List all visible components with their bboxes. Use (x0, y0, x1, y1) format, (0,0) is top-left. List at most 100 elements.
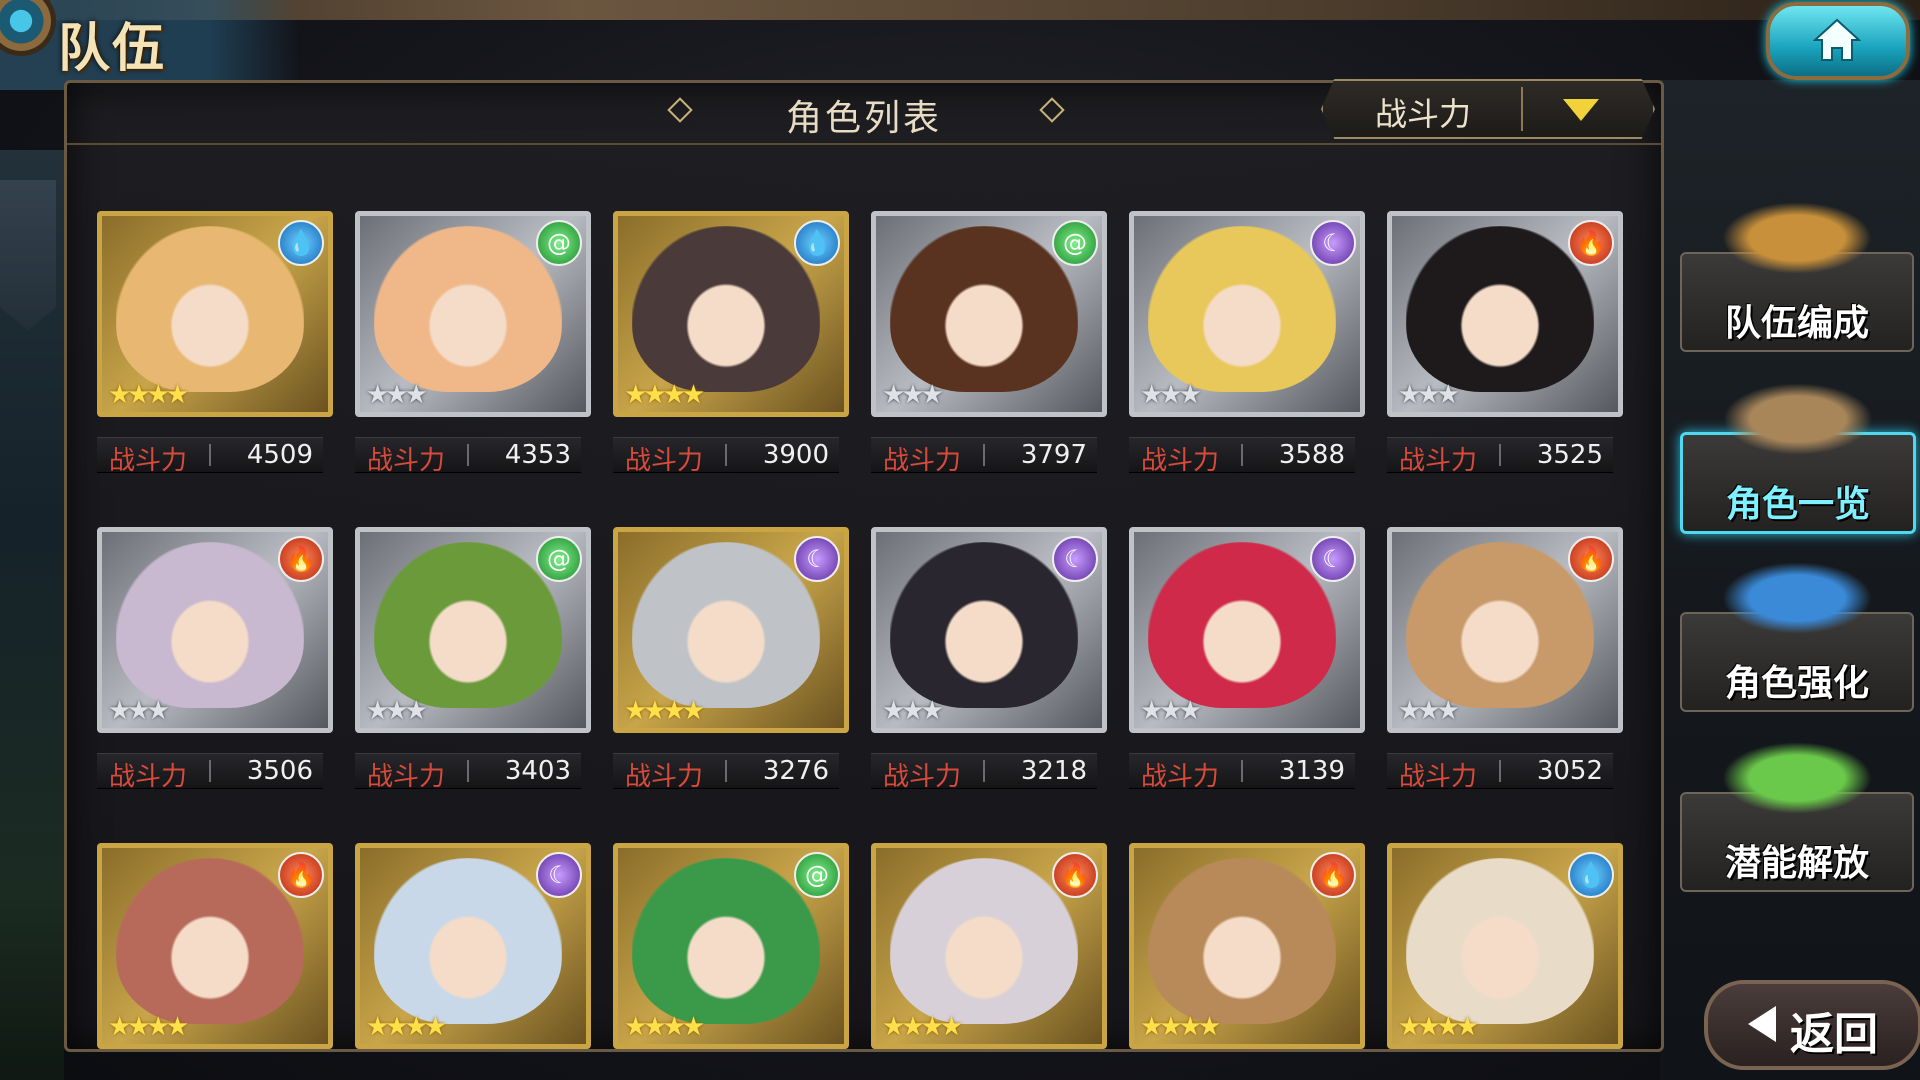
sort-selected-value: 战斗力 (1374, 95, 1471, 133)
side-menu-label: 潜能解放 (1724, 843, 1869, 884)
rarity-stars-icon: ★★★ (882, 380, 944, 410)
character-art (1406, 858, 1594, 1024)
dark-element-icon: ☾ (1310, 536, 1356, 582)
divider (1241, 444, 1243, 466)
gear-ornament-icon (0, 0, 56, 56)
dropdown-arrow-icon[interactable] (1563, 99, 1599, 121)
rarity-stars-icon: ★★★★ (108, 1012, 189, 1042)
power-value: 3588 (1278, 440, 1345, 470)
character-portrait[interactable]: 🔥 ★★★★ (1129, 843, 1365, 1049)
character-portrait[interactable]: ☾ ★★★★ (613, 527, 849, 733)
power-bar: 战斗力 3218 (871, 753, 1097, 792)
fire-element-icon: 🔥 (1568, 220, 1614, 266)
character-art (632, 226, 820, 392)
back-button[interactable]: 返回 (1704, 980, 1920, 1070)
character-portrait[interactable]: 💧 ★★★★ (613, 211, 849, 417)
character-art (632, 858, 820, 1024)
power-label: 战斗力 (367, 762, 446, 792)
rarity-stars-icon: ★★★ (882, 696, 944, 726)
background-banner (0, 180, 56, 330)
power-value: 4509 (246, 440, 313, 470)
rarity-stars-icon: ★★★★ (108, 380, 189, 410)
character-art (890, 858, 1078, 1024)
power-value: 3139 (1278, 756, 1345, 786)
side-menu-button[interactable]: 角色一览 (1680, 383, 1916, 534)
side-menu-label: 角色强化 (1724, 663, 1869, 704)
rarity-stars-icon: ★★★ (366, 696, 428, 726)
power-label: 战斗力 (625, 762, 704, 792)
water-element-icon: 💧 (1568, 852, 1614, 898)
character-portrait[interactable]: 🔥 ★★★ (97, 527, 333, 733)
power-label: 战斗力 (625, 446, 704, 476)
character-art (116, 542, 304, 708)
divider (983, 444, 985, 466)
power-value: 4353 (504, 440, 571, 470)
rarity-stars-icon: ★★★ (366, 380, 428, 410)
character-art (890, 542, 1078, 708)
power-bar: 战斗力 3276 (613, 753, 839, 792)
power-value: 3276 (762, 756, 829, 786)
divider (209, 760, 211, 782)
character-portrait[interactable]: 💧 ★★★★ (97, 211, 333, 417)
dark-element-icon: ☾ (1052, 536, 1098, 582)
character-portrait[interactable]: @ ★★★★ (613, 843, 849, 1049)
character-art (1406, 226, 1594, 392)
character-portrait[interactable]: ☾ ★★★ (871, 527, 1107, 733)
character-portrait[interactable]: @ ★★★ (355, 527, 591, 733)
character-art (116, 226, 304, 392)
dark-element-icon: ☾ (794, 536, 840, 582)
power-bar: 战斗力 3525 (1387, 437, 1613, 476)
divider (467, 444, 469, 466)
side-menu-button[interactable]: 潜能解放 (1680, 742, 1914, 892)
character-art (1406, 542, 1594, 708)
power-bar: 战斗力 3403 (355, 753, 581, 792)
character-art (116, 858, 304, 1024)
rarity-stars-icon: ★★★★ (882, 1012, 963, 1042)
power-value: 3506 (246, 756, 313, 786)
side-menu-button[interactable]: 队伍编成 (1680, 202, 1914, 352)
rarity-stars-icon: ★★★ (1398, 380, 1460, 410)
divider (725, 760, 727, 782)
power-label: 战斗力 (367, 446, 446, 476)
divider (1241, 760, 1243, 782)
character-portrait[interactable]: ☾ ★★★ (1129, 527, 1365, 733)
character-portrait[interactable]: 🔥 ★★★★ (871, 843, 1107, 1049)
character-art (1148, 226, 1336, 392)
screen-title-bar: 队伍 (0, 0, 300, 90)
character-portrait[interactable]: 🔥 ★★★ (1387, 527, 1623, 733)
power-value: 3900 (762, 440, 829, 470)
side-menu-button[interactable]: 角色强化 (1680, 562, 1914, 712)
divider (467, 760, 469, 782)
character-portrait[interactable]: ☾ ★★★ (1129, 211, 1365, 417)
rarity-stars-icon: ★★★ (1398, 696, 1460, 726)
fire-element-icon: 🔥 (1568, 536, 1614, 582)
character-portrait[interactable]: @ ★★★ (355, 211, 591, 417)
character-art (1148, 542, 1336, 708)
rarity-stars-icon: ★★★★ (624, 696, 705, 726)
menu-illustration-icon (1723, 383, 1873, 455)
power-label: 战斗力 (883, 762, 962, 792)
power-value: 3052 (1536, 756, 1603, 786)
power-value: 3797 (1020, 440, 1087, 470)
character-portrait[interactable]: @ ★★★ (871, 211, 1107, 417)
fire-element-icon: 🔥 (278, 536, 324, 582)
divider (209, 444, 211, 466)
power-label: 战斗力 (1141, 446, 1220, 476)
menu-illustration-icon (1722, 562, 1872, 634)
character-portrait[interactable]: ☾ ★★★★ (355, 843, 591, 1049)
divider (1499, 444, 1501, 466)
character-portrait[interactable]: 💧 ★★★★ (1387, 843, 1623, 1049)
power-label: 战斗力 (1141, 762, 1220, 792)
sort-dropdown[interactable]: 战斗力 (1321, 79, 1655, 139)
character-art (890, 226, 1078, 392)
divider (1499, 760, 1501, 782)
panel-header: 角色列表 战斗力 (67, 79, 1661, 145)
home-button[interactable] (1766, 2, 1910, 80)
power-value: 3525 (1536, 440, 1603, 470)
wind-element-icon: @ (536, 220, 582, 266)
back-label: 返回 (1790, 1009, 1878, 1060)
character-portrait[interactable]: 🔥 ★★★★ (97, 843, 333, 1049)
character-portrait[interactable]: 🔥 ★★★ (1387, 211, 1623, 417)
back-arrow-icon (1748, 1006, 1776, 1042)
power-label: 战斗力 (1399, 446, 1478, 476)
